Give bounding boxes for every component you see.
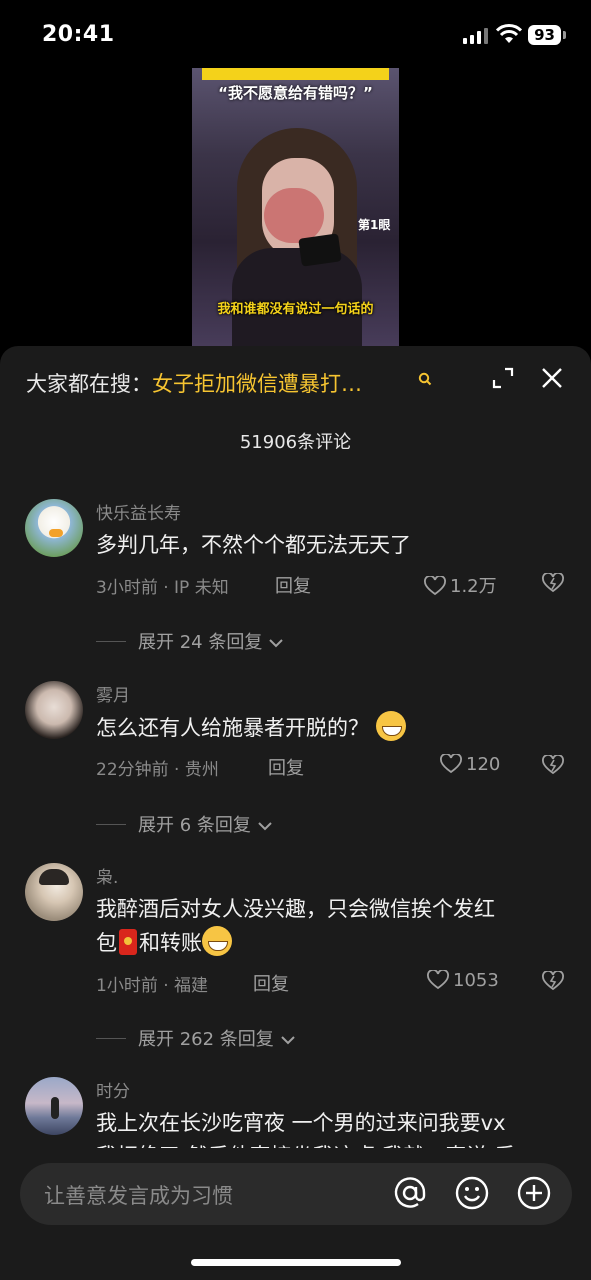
reply-button[interactable]: 回复 bbox=[275, 572, 311, 598]
reply-button[interactable]: 回复 bbox=[268, 754, 304, 780]
expand-replies-label: 展开 6 条回复 bbox=[138, 815, 251, 836]
trending-search[interactable]: 大家都在搜：女子拒加微信遭暴打… bbox=[26, 368, 446, 402]
heart-icon bbox=[424, 575, 446, 596]
like-button[interactable]: 120 bbox=[440, 753, 501, 775]
grin-sweat-emoji-icon bbox=[202, 926, 232, 956]
comment-input-placeholder: 让善意发言成为习惯 bbox=[44, 1184, 233, 1208]
comment-text-fragment: 和转账 bbox=[139, 931, 202, 955]
comment-meta: 3小时前 · IP 未知 bbox=[96, 578, 229, 598]
comment-text: 多判几年，不然个个都无法无天了 bbox=[96, 533, 411, 557]
signal-icon bbox=[463, 28, 488, 44]
chevron-down-icon bbox=[269, 639, 283, 648]
video-logo: 第1眼 bbox=[358, 218, 391, 232]
comment-text-line: 我醉酒后对女人没兴趣，只会微信挨个发红 bbox=[96, 897, 495, 921]
divider bbox=[96, 824, 126, 825]
comment-text: 我醉酒后对女人没兴趣，只会微信挨个发红 包和转账 bbox=[96, 893, 566, 960]
dislike-icon[interactable] bbox=[542, 573, 564, 593]
status-bar: 20:41 93 bbox=[0, 0, 591, 70]
comment-text-body: 怎么还有人给施暴者开脱的？ bbox=[96, 716, 369, 740]
expand-replies[interactable]: 展开 24 条回复 bbox=[96, 628, 284, 654]
dislike-icon[interactable] bbox=[542, 971, 564, 991]
home-indicator[interactable] bbox=[191, 1259, 401, 1266]
comment-username[interactable]: 时分 bbox=[96, 1077, 130, 1102]
like-count: 1.2万 bbox=[450, 576, 497, 597]
video-player[interactable]: “我不愿意给有错吗？” 第1眼 我和谁都没有说过一句话的 bbox=[192, 68, 399, 358]
video-banner bbox=[202, 68, 389, 80]
like-button[interactable]: 1053 bbox=[427, 969, 499, 991]
expand-replies[interactable]: 展开 262 条回复 bbox=[96, 1025, 296, 1051]
video-phone bbox=[298, 233, 342, 267]
battery-icon: 93 bbox=[528, 25, 561, 45]
chevron-down-icon bbox=[257, 822, 272, 831]
clock: 20:41 bbox=[42, 22, 115, 47]
avatar[interactable] bbox=[25, 681, 83, 739]
comment-text-line: 我上次在长沙吃宵夜 一个男的过来问我要vx bbox=[96, 1111, 506, 1135]
comment-text: 怎么还有人给施暴者开脱的？ bbox=[96, 711, 566, 745]
divider bbox=[96, 1038, 126, 1039]
close-icon[interactable] bbox=[540, 366, 564, 390]
red-envelope-emoji-icon bbox=[119, 929, 137, 955]
video-blur bbox=[264, 188, 324, 243]
comment-username[interactable]: 快乐益长寿 bbox=[96, 499, 181, 524]
comment-text-line: 包和转账 bbox=[96, 926, 566, 960]
chevron-down-icon bbox=[280, 1036, 295, 1045]
comment-text-fragment: 包 bbox=[96, 931, 117, 955]
search-prefix: 大家都在搜： bbox=[26, 372, 152, 396]
like-count: 1053 bbox=[453, 970, 499, 991]
heart-icon bbox=[427, 969, 449, 990]
wifi-icon bbox=[496, 24, 522, 43]
like-count: 120 bbox=[466, 754, 501, 775]
avatar[interactable] bbox=[25, 863, 83, 921]
search-icon[interactable] bbox=[418, 372, 432, 386]
search-term[interactable]: 女子拒加微信遭暴打… bbox=[152, 372, 362, 396]
like-button[interactable]: 1.2万 bbox=[424, 572, 497, 598]
video-subtitle: 我和谁都没有说过一句话的 bbox=[217, 302, 374, 317]
comment-username[interactable]: 枭. bbox=[96, 863, 118, 888]
heart-icon bbox=[440, 753, 462, 774]
reply-button[interactable]: 回复 bbox=[253, 970, 289, 996]
video-title: “我不愿意给有错吗？” bbox=[218, 84, 373, 102]
battery-tip bbox=[563, 31, 566, 39]
expand-replies-label: 展开 24 条回复 bbox=[138, 632, 263, 653]
comments-sheet: 大家都在搜：女子拒加微信遭暴打… 51906条评论 快乐益长寿 多判几年，不然个… bbox=[0, 346, 591, 1280]
add-plus-icon[interactable] bbox=[516, 1175, 552, 1211]
comment-meta: 22分钟前 · 贵州 bbox=[96, 760, 219, 780]
comment-meta: 1小时前 · 福建 bbox=[96, 976, 209, 996]
emoji-smile-icon[interactable] bbox=[454, 1175, 490, 1211]
expand-icon[interactable] bbox=[491, 366, 515, 390]
comments-count: 51906条评论 bbox=[239, 432, 352, 453]
avatar[interactable] bbox=[25, 499, 83, 557]
mention-at-icon[interactable] bbox=[392, 1175, 428, 1211]
grin-sweat-emoji-icon bbox=[375, 711, 406, 741]
expand-replies-label: 展开 262 条回复 bbox=[138, 1029, 274, 1050]
expand-replies[interactable]: 展开 6 条回复 bbox=[96, 811, 273, 837]
dislike-icon[interactable] bbox=[542, 755, 564, 775]
divider bbox=[96, 641, 126, 642]
comment-username[interactable]: 雾月 bbox=[96, 681, 130, 706]
avatar[interactable] bbox=[25, 1077, 83, 1135]
